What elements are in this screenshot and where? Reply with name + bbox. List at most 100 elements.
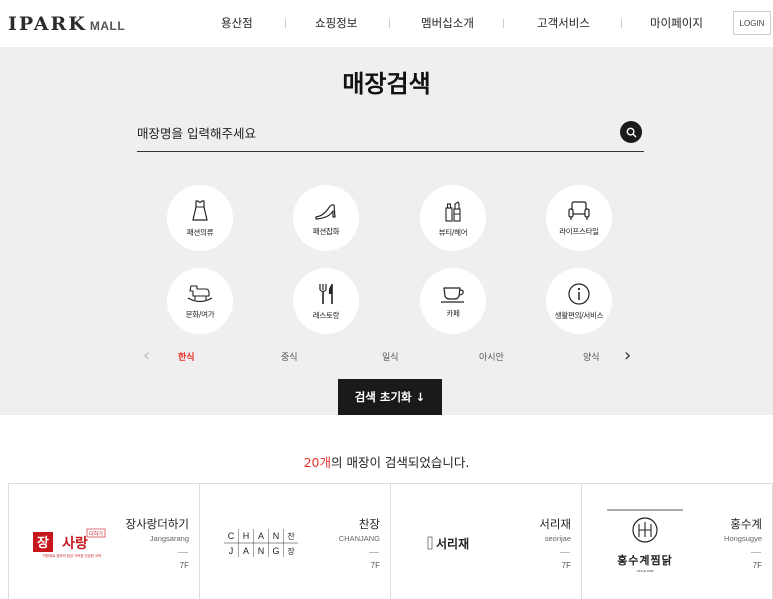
logo-main-text: IPARK [8,13,87,35]
svg-text:C: C [228,531,235,541]
category-living-services[interactable]: 생활편의/서비스 [546,268,612,334]
category-beauty-hair[interactable]: 뷰티/헤어 [420,185,486,251]
store-info: 홍수계 Hongsugye 7F [682,516,762,570]
rocking-horse-icon [187,284,213,302]
store-card[interactable]: 홍수계찜닭 SINCE 2008 홍수계 Hongsugye 7F [582,484,773,599]
svg-text:A: A [258,531,264,541]
category-label: 뷰티/헤어 [438,227,468,237]
svg-text:장: 장 [287,546,295,556]
subcategory-korean[interactable]: 한식 [178,350,195,363]
page-title: 매장검색 [342,70,431,98]
category-label: 라이프스타일 [559,226,599,236]
divider [178,552,188,553]
store-info: 장사랑더하기 Jangsarang 7F [109,516,189,570]
store-search-section: 매장검색 패션의류 패션잡화 뷰티/헤어 [0,48,773,415]
store-name: 서리재 [539,517,571,531]
chanjang-logo: C H A N 찬 J A N G 장 [224,529,298,557]
category-label: 생활편의/서비스 [554,310,604,320]
store-list: 장 사랑 더하기 착한재료 엄마의 정성 가득한 건강한 식탁 장사랑더하기 J… [8,483,773,599]
subcategory-chinese[interactable]: 중식 [281,350,298,363]
login-button[interactable]: LOGIN [733,11,771,35]
store-english-name: Jangsarang [149,534,189,543]
store-name: 홍수계 [730,517,762,531]
nav-item-membership[interactable]: 멤버십소개 [421,15,474,31]
category-label: 패션의류 [186,227,214,237]
subcategory-asian[interactable]: 아시안 [479,350,504,363]
store-info: 서리재 seorijae 7F [491,516,571,570]
svg-text:사랑: 사랑 [62,536,88,552]
category-label: 레스토랑 [312,310,340,320]
svg-text:서리재: 서리재 [436,536,469,551]
result-count-number: 20개 [303,455,331,470]
category-restaurant[interactable]: 레스토랑 [293,268,359,334]
store-card[interactable]: 서리재 서리재 seorijae 7F [391,484,582,599]
heel-shoe-icon [315,203,336,220]
svg-text:SINCE 2008: SINCE 2008 [637,569,654,573]
svg-text:G: G [272,546,279,556]
nav-item-yongsan[interactable]: 용산점 [221,15,253,31]
nav-item-shopping-info[interactable]: 쇼핑정보 [315,15,357,31]
category-culture-leisure[interactable]: 문화/여가 [167,268,233,334]
logo-sub-text: MALL [89,19,126,33]
nav-divider [503,19,504,28]
store-card[interactable]: 장 사랑 더하기 착한재료 엄마의 정성 가득한 건강한 식탁 장사랑더하기 J… [9,484,200,599]
store-english-name: seorijae [544,534,571,543]
search-button[interactable] [620,121,642,143]
divider [369,552,379,553]
svg-text:찬: 찬 [287,531,295,541]
category-fashion-goods[interactable]: 패션잡화 [293,185,359,251]
result-count-text: 의 매장이 검색되었습니다. [330,455,470,470]
nav-item-mypage[interactable]: 마이페이지 [650,15,703,31]
store-info: 찬장 CHANJANG 7F [300,516,380,570]
category-label: 문화/여가 [185,309,215,319]
svg-text:더하기: 더하기 [89,531,103,538]
svg-text:N: N [273,531,280,541]
subcategory-western[interactable]: 양식 [583,350,600,363]
store-card[interactable]: C H A N 찬 J A N G 장 찬장 CHANJANG 7F [200,484,391,599]
result-count: 20개의 매장이 검색되었습니다. [0,452,773,471]
chevron-right-icon[interactable]: › [624,346,631,366]
category-fashion-clothing[interactable]: 패션의류 [167,185,233,251]
store-floor: 7F [370,561,380,570]
svg-text:H: H [243,531,250,541]
ipark-mall-logo[interactable]: IPARK MALL [8,13,125,35]
search-box [137,116,644,152]
nav-divider [285,19,286,28]
nav-divider [621,19,622,28]
search-icon [626,127,636,137]
chevron-left-icon[interactable]: ‹ [143,346,150,366]
nav-item-customer-service[interactable]: 고객서비스 [537,15,590,31]
store-floor: 7F [752,561,762,570]
info-icon [568,282,590,305]
divider [560,552,570,553]
search-reset-button[interactable]: 검색 초기화 ↓ [338,379,442,415]
jangsarang-logo: 장 사랑 더하기 착한재료 엄마의 정성 가득한 건강한 식탁 [33,528,106,558]
nav-divider [389,19,390,28]
category-cafe[interactable]: 카페 [420,268,486,334]
armchair-icon [568,200,590,220]
svg-text:장: 장 [37,535,49,551]
seorijae-logo: 서리재 [427,536,469,551]
store-name: 장사랑더하기 [125,517,189,531]
cosmetics-icon [445,200,461,222]
fork-knife-icon [319,283,333,304]
svg-text:홍수계찜닭: 홍수계찜닭 [617,553,673,567]
category-lifestyle[interactable]: 라이프스타일 [546,185,612,251]
svg-text:착한재료 엄마의 정성 가득한 건강한 식탁: 착한재료 엄마의 정성 가득한 건강한 식탁 [43,553,101,558]
search-input[interactable] [137,120,607,146]
svg-text:A: A [243,546,249,556]
store-english-name: CHANJANG [338,534,380,543]
subcategory-japanese[interactable]: 일식 [382,350,399,363]
svg-text:J: J [229,546,234,556]
coffee-cup-icon [441,286,464,303]
category-label: 카페 [446,308,460,318]
subcategory-tabs: ‹ 한식 중식 일식 아시안 양식 › [0,346,773,368]
divider [751,552,761,553]
store-floor: 7F [179,561,189,570]
site-header: IPARK MALL 용산점 쇼핑정보 멤버십소개 고객서비스 마이페이지 LO… [0,0,773,48]
svg-text:N: N [258,546,265,556]
store-english-name: Hongsugye [724,534,762,543]
dress-icon [192,199,208,221]
hongsugye-logo: 홍수계찜닭 SINCE 2008 [607,509,683,573]
category-label: 패션잡화 [312,226,340,236]
